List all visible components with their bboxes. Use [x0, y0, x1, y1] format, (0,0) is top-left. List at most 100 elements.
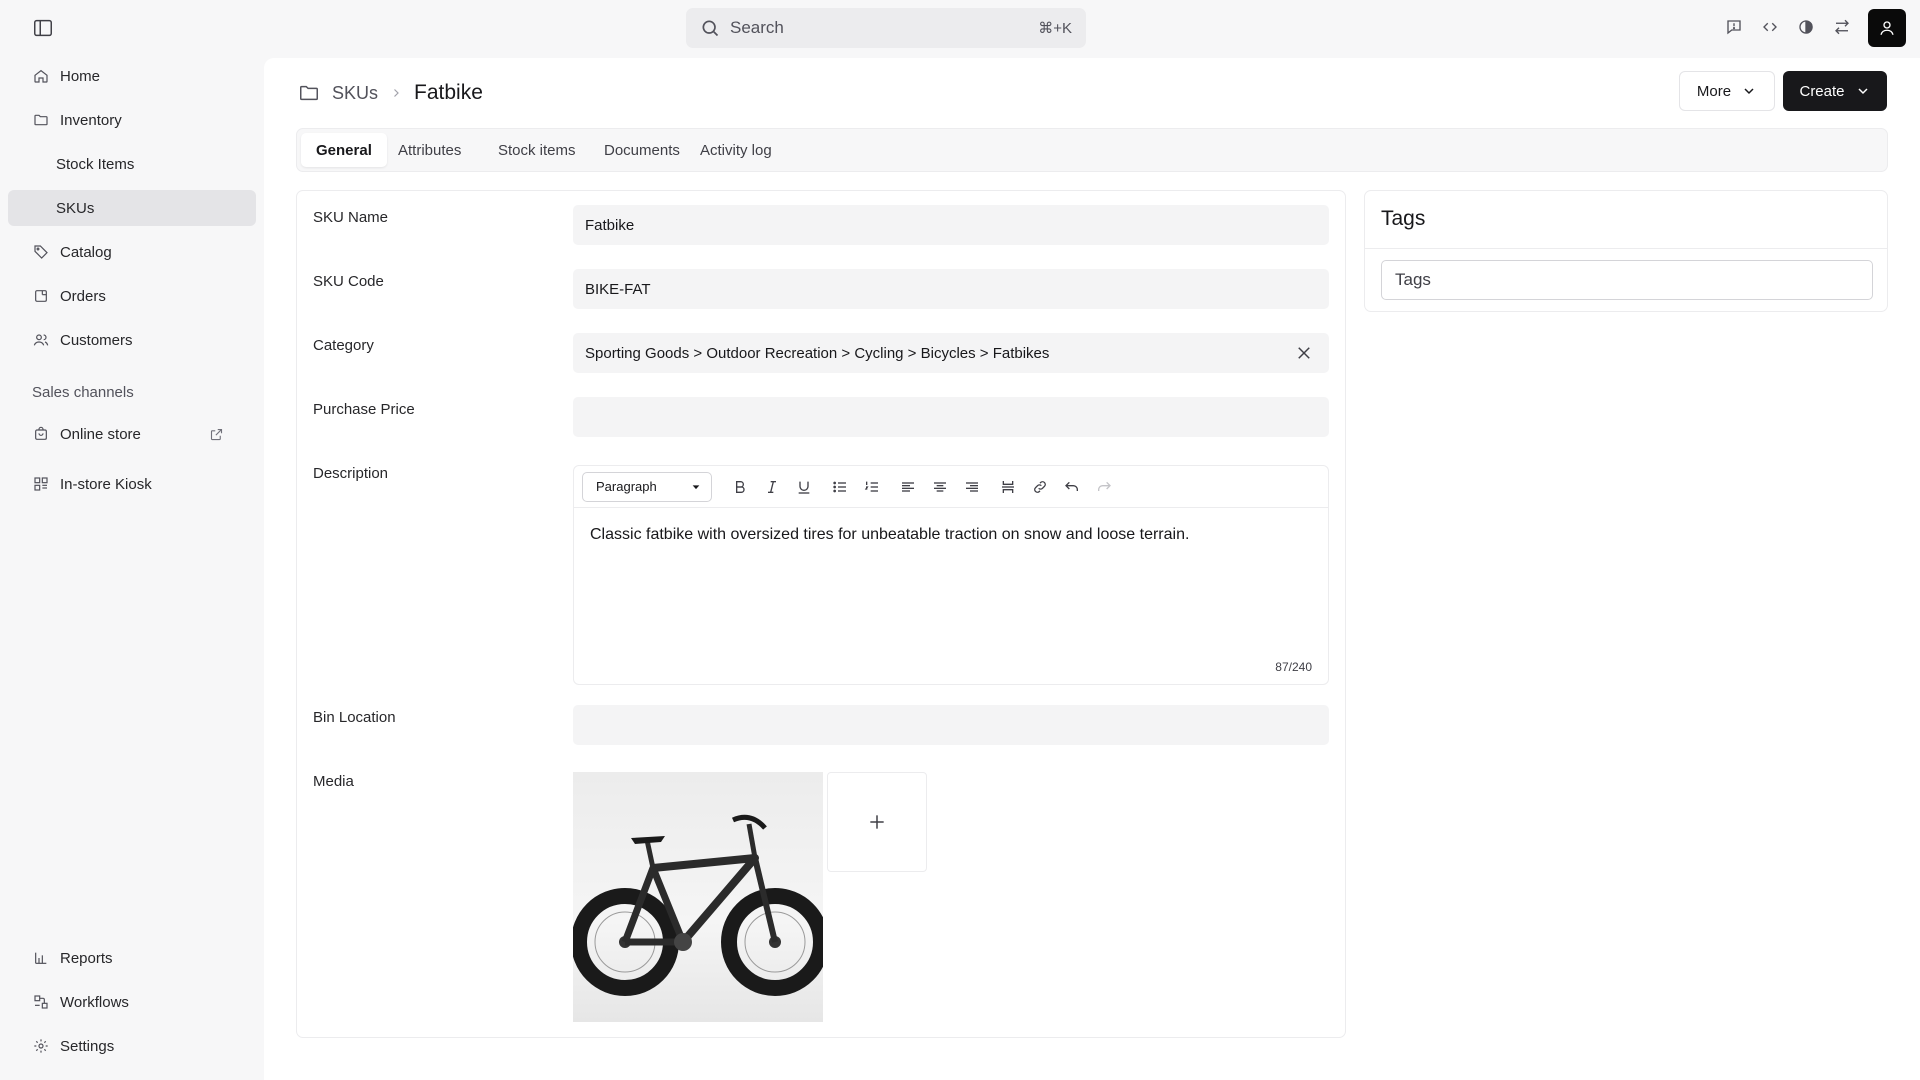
sku-name-value: Fatbike: [585, 216, 635, 234]
tags-input[interactable]: Tags: [1381, 260, 1873, 300]
bin-location-field[interactable]: [573, 705, 1329, 745]
code-icon[interactable]: [1760, 17, 1780, 37]
feedback-icon[interactable]: [1724, 17, 1744, 37]
sidebar-item-inventory[interactable]: Inventory: [8, 102, 256, 138]
sidebar-item-customers[interactable]: Customers: [8, 322, 256, 358]
align-center-icon[interactable]: [924, 472, 956, 502]
tags-placeholder: Tags: [1395, 270, 1431, 289]
sidebar-item-orders[interactable]: Orders: [8, 278, 256, 314]
close-icon[interactable]: [1295, 344, 1313, 362]
general-form-card: SKU Name Fatbike SKU Code BIKE-FAT Categ…: [296, 190, 1346, 1038]
bold-icon[interactable]: [724, 472, 756, 502]
sidebar-item-label: Orders: [60, 287, 106, 305]
sidebar-item-in-store-kiosk[interactable]: In-store Kiosk: [8, 466, 256, 502]
breadcrumb-parent-link[interactable]: SKUs: [332, 83, 378, 104]
home-icon: [32, 67, 50, 85]
sidebar-item-label: Catalog: [60, 243, 112, 261]
align-right-icon[interactable]: [956, 472, 988, 502]
italic-icon[interactable]: [756, 472, 788, 502]
store-icon: [32, 425, 50, 443]
page-break-icon[interactable]: [992, 472, 1024, 502]
tags-title: Tags: [1381, 207, 1426, 230]
bullet-list-icon[interactable]: [824, 472, 856, 502]
sidebar-item-label: In-store Kiosk: [60, 475, 152, 493]
sidebar-item-reports[interactable]: Reports: [8, 940, 256, 976]
numbered-list-icon[interactable]: [856, 472, 888, 502]
editor-toolbar: Paragraph: [574, 466, 1328, 508]
tab-stock-items[interactable]: Stock items: [483, 133, 591, 167]
theme-icon[interactable]: [1796, 17, 1816, 37]
sku-code-field[interactable]: BIKE-FAT: [573, 269, 1329, 309]
purchase-price-field[interactable]: [573, 397, 1329, 437]
search-shortcut: ⌘+K: [1038, 20, 1072, 37]
external-link-icon[interactable]: [209, 427, 224, 442]
chart-icon: [32, 949, 50, 967]
search-placeholder: Search: [730, 18, 784, 37]
more-button[interactable]: More: [1679, 71, 1775, 111]
tags-card: Tags Tags: [1364, 190, 1888, 312]
sidebar-item-skus[interactable]: SKUs: [8, 190, 256, 226]
caret-down-icon: [691, 482, 701, 492]
create-button-label: Create: [1799, 82, 1845, 100]
orders-icon: [32, 287, 50, 305]
sidebar-item-workflows[interactable]: Workflows: [8, 984, 256, 1020]
sidebar-item-stock-items[interactable]: Stock Items: [8, 146, 256, 182]
chevron-down-icon: [1741, 83, 1757, 99]
product-image[interactable]: [573, 772, 823, 1022]
tab-bar: General Attributes Stock items Documents…: [296, 128, 1888, 172]
sku-code-label: SKU Code: [313, 273, 384, 290]
kiosk-icon: [32, 475, 50, 493]
paragraph-format-value: Paragraph: [596, 479, 657, 494]
folder-icon: [298, 82, 320, 104]
purchase-price-label: Purchase Price: [313, 401, 415, 418]
sidebar-item-label: Home: [60, 67, 101, 85]
paragraph-format-select[interactable]: Paragraph: [582, 471, 712, 502]
top-bar: Search ⌘+K: [0, 0, 1920, 56]
tab-activity-log[interactable]: Activity log: [685, 133, 787, 167]
category-label: Category: [313, 337, 374, 354]
sidebar-item-home[interactable]: Home: [8, 58, 256, 94]
sidebar-item-label: Inventory: [60, 111, 122, 129]
sidebar-item-label: Online store: [60, 425, 141, 443]
sidebar-item-catalog[interactable]: Catalog: [8, 234, 256, 270]
align-left-icon[interactable]: [892, 472, 924, 502]
chevron-right-icon: [390, 87, 402, 99]
page-title: Fatbike: [414, 81, 483, 104]
sidebar-item-settings[interactable]: Settings: [8, 1028, 256, 1064]
chevron-down-icon: [1855, 83, 1871, 99]
switch-icon[interactable]: [1832, 17, 1852, 37]
description-text[interactable]: Classic fatbike with oversized tires for…: [574, 508, 1328, 562]
tab-attributes[interactable]: Attributes: [383, 133, 476, 167]
user-avatar-icon[interactable]: [1868, 9, 1906, 47]
sidebar-item-online-store[interactable]: Online store: [8, 416, 256, 452]
undo-icon[interactable]: [1056, 472, 1088, 502]
sidebar-item-label: Settings: [60, 1037, 115, 1055]
underline-icon[interactable]: [788, 472, 820, 502]
sidebar: Home Inventory Stock Items SKUs Catalog …: [0, 56, 264, 1080]
more-button-label: More: [1696, 82, 1732, 100]
workflow-icon: [32, 993, 50, 1011]
sidebar-item-label: Stock Items: [56, 155, 135, 173]
tab-documents[interactable]: Documents: [589, 133, 695, 167]
folder-icon: [32, 111, 50, 129]
divider: [1365, 248, 1887, 249]
sidebar-item-label: Customers: [60, 331, 133, 349]
sidebar-toggle-icon[interactable]: [30, 15, 56, 41]
sku-name-field[interactable]: Fatbike: [573, 205, 1329, 245]
link-icon[interactable]: [1024, 472, 1056, 502]
gear-icon: [32, 1037, 50, 1055]
category-field[interactable]: Sporting Goods > Outdoor Recreation > Cy…: [573, 333, 1329, 373]
sidebar-item-label: Workflows: [60, 993, 129, 1011]
tab-general[interactable]: General: [301, 133, 387, 167]
media-label: Media: [313, 773, 354, 790]
sidebar-item-label: SKUs: [56, 199, 95, 217]
main-panel: SKUs Fatbike More Create General Attribu…: [264, 58, 1920, 1080]
add-media-button[interactable]: [827, 772, 927, 872]
breadcrumb: SKUs Fatbike: [298, 76, 483, 110]
sku-code-value: BIKE-FAT: [585, 280, 651, 298]
bin-location-label: Bin Location: [313, 709, 396, 726]
search-input[interactable]: Search ⌘+K: [686, 8, 1086, 48]
create-button[interactable]: Create: [1783, 71, 1887, 111]
character-counter: 87/240: [1275, 660, 1312, 674]
redo-icon[interactable]: [1088, 472, 1120, 502]
